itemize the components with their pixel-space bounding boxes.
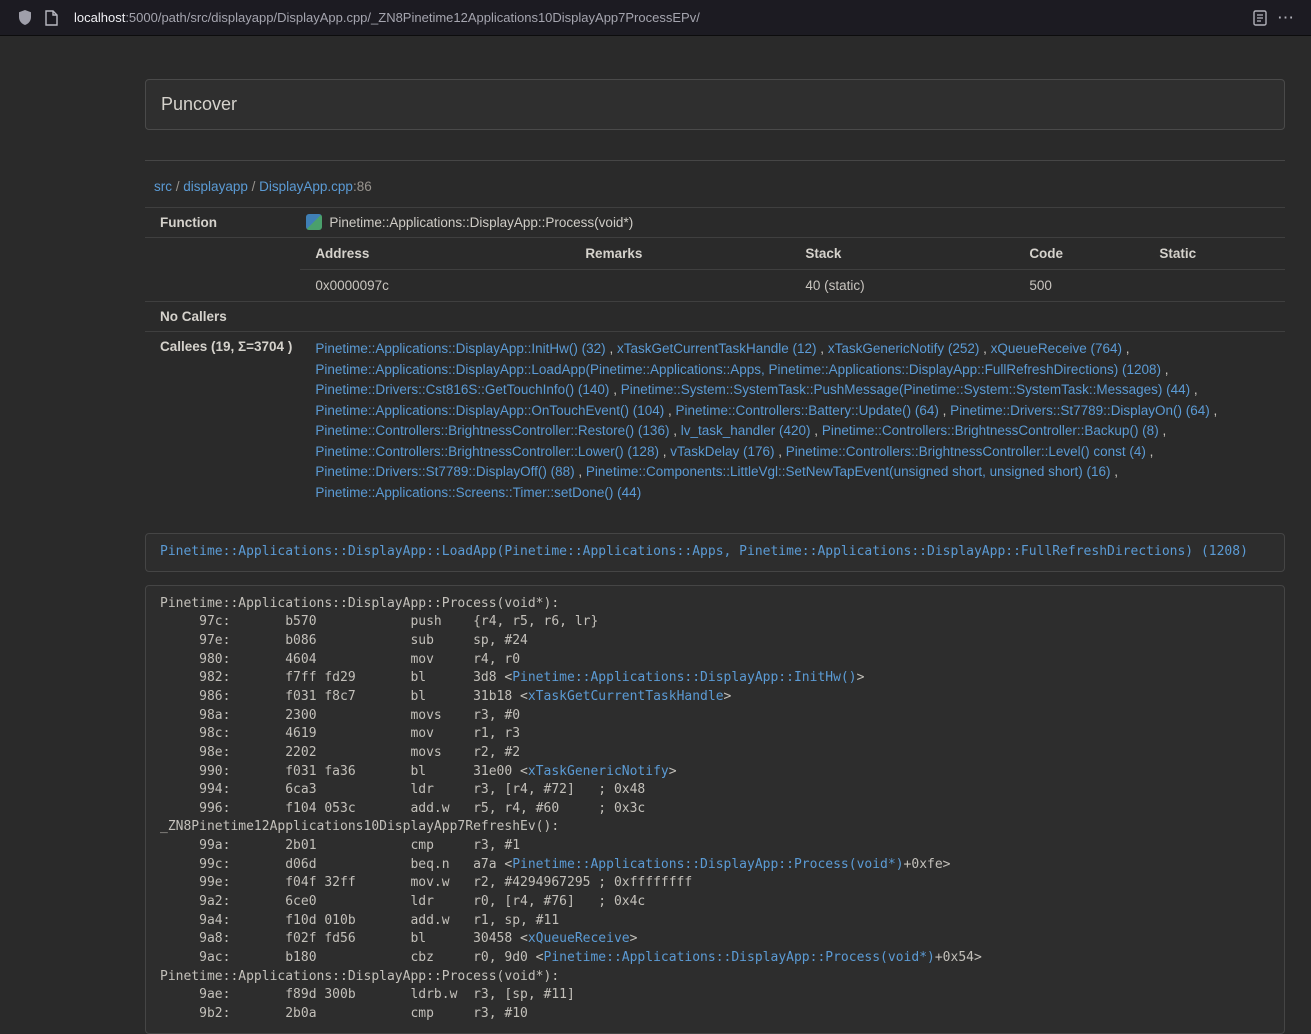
breadcrumb-file-link[interactable]: DisplayApp.cpp xyxy=(259,179,353,194)
callee-link[interactable]: Pinetime::Controllers::Battery::Update()… xyxy=(676,403,939,418)
tracking-protection-shield-icon[interactable] xyxy=(12,5,38,31)
code-symbol-link[interactable]: Pinetime::Applications::DisplayApp::Init… xyxy=(512,670,856,685)
reader-mode-icon[interactable] xyxy=(1247,5,1273,31)
page-info-icon[interactable] xyxy=(38,5,64,31)
callee-link[interactable]: Pinetime::Controllers::BrightnessControl… xyxy=(315,423,669,438)
callee-link[interactable]: Pinetime::Applications::DisplayApp::Init… xyxy=(315,341,605,356)
col-header-code: Code xyxy=(1014,238,1144,270)
divider xyxy=(145,160,1285,161)
callee-link[interactable]: xTaskGetCurrentTaskHandle (12) xyxy=(617,341,817,356)
page-actions-menu-button[interactable]: ⋯ xyxy=(1273,5,1299,31)
code-symbol-link[interactable]: xTaskGetCurrentTaskHandle xyxy=(528,689,724,704)
stats-table: Address Remarks Stack Code Static 0x0000… xyxy=(300,238,1285,301)
code-symbol-link[interactable]: xQueueReceive xyxy=(528,931,630,946)
breadcrumb: src / displayapp / DisplayApp.cpp:86 xyxy=(145,179,1285,207)
callee-link[interactable]: Pinetime::System::SystemTask::PushMessag… xyxy=(621,382,1190,397)
no-callers-row: No Callers xyxy=(145,302,1285,332)
url-domain: localhost xyxy=(74,10,125,25)
callee-link[interactable]: Pinetime::Controllers::BrightnessControl… xyxy=(315,444,659,459)
highlighted-callee-box: Pinetime::Applications::DisplayApp::Load… xyxy=(145,533,1285,572)
function-table: Function Pinetime::Applications::Display… xyxy=(145,207,1285,510)
callee-link[interactable]: Pinetime::Applications::Screens::Timer::… xyxy=(315,485,641,500)
callee-link[interactable]: Pinetime::Controllers::BrightnessControl… xyxy=(786,444,1146,459)
function-row: Function Pinetime::Applications::Display… xyxy=(145,208,1285,238)
breadcrumb-dir-link[interactable]: displayapp xyxy=(183,179,248,194)
code-symbol-link[interactable]: Pinetime::Applications::DisplayApp::Proc… xyxy=(512,857,903,872)
breadcrumb-separator: / xyxy=(252,179,256,194)
no-callers-label: No Callers xyxy=(145,302,300,332)
col-header-stack: Stack xyxy=(790,238,1014,270)
callee-link[interactable]: vTaskDelay (176) xyxy=(670,444,774,459)
callee-link[interactable]: Pinetime::Components::LittleVgl::SetNewT… xyxy=(586,464,1111,479)
callees-row: Callees (19, Σ=3704 ) Pinetime::Applicat… xyxy=(145,332,1285,511)
callee-link[interactable]: lv_task_handler (420) xyxy=(681,423,811,438)
address-value: 0x0000097c xyxy=(300,270,570,302)
callee-link[interactable]: Pinetime::Drivers::St7789::DisplayOff() … xyxy=(315,464,574,479)
callee-link[interactable]: xQueueReceive (764) xyxy=(991,341,1122,356)
callee-link[interactable]: Pinetime::Drivers::St7789::DisplayOn() (… xyxy=(950,403,1210,418)
remarks-value xyxy=(570,270,790,302)
callee-link[interactable]: Pinetime::Applications::DisplayApp::Load… xyxy=(315,362,1161,377)
callee-link[interactable]: Pinetime::Drivers::Cst816S::GetTouchInfo… xyxy=(315,382,609,397)
stats-subtable-cell: Address Remarks Stack Code Static 0x0000… xyxy=(300,238,1285,302)
url-bar[interactable]: localhost:5000/path/src/displayapp/Displ… xyxy=(74,10,1237,25)
function-name: Pinetime::Applications::DisplayApp::Proc… xyxy=(329,215,633,230)
stack-value: 40 (static) xyxy=(790,270,1014,302)
browser-toolbar: localhost:5000/path/src/displayapp/Displ… xyxy=(0,0,1311,36)
callee-link[interactable]: xTaskGenericNotify (252) xyxy=(828,341,980,356)
disassembly-code: Pinetime::Applications::DisplayApp::Proc… xyxy=(145,585,1285,1034)
breadcrumb-separator: / xyxy=(176,179,180,194)
col-header-static: Static xyxy=(1144,238,1285,270)
function-label: Function xyxy=(145,208,300,238)
code-size-value: 500 xyxy=(1014,270,1144,302)
app-header-panel: Puncover xyxy=(145,79,1285,130)
breadcrumb-line-number: :86 xyxy=(353,179,372,194)
function-type-icon xyxy=(306,214,322,230)
no-callers-cell xyxy=(300,302,1285,332)
app-header: Puncover xyxy=(146,80,1284,129)
static-value xyxy=(1144,270,1285,302)
code-symbol-link[interactable]: Pinetime::Applications::DisplayApp::Proc… xyxy=(544,950,935,965)
code-symbol-link[interactable]: xTaskGenericNotify xyxy=(528,764,669,779)
content-container: Puncover src / displayapp / DisplayApp.c… xyxy=(145,79,1285,1034)
url-path: :5000/path/src/displayapp/DisplayApp.cpp… xyxy=(125,10,700,25)
stats-value-row: 0x0000097c 40 (static) 500 xyxy=(300,270,1285,302)
loadapp-link[interactable]: Pinetime::Applications::DisplayApp::Load… xyxy=(160,544,1248,559)
callee-link[interactable]: Pinetime::Applications::DisplayApp::OnTo… xyxy=(315,403,664,418)
function-symbol-cell: Pinetime::Applications::DisplayApp::Proc… xyxy=(300,208,1285,238)
page-title: Puncover xyxy=(161,94,237,114)
stats-row: Address Remarks Stack Code Static 0x0000… xyxy=(145,238,1285,302)
stats-header-row: Address Remarks Stack Code Static xyxy=(300,238,1285,270)
stats-row-label xyxy=(145,238,300,302)
callees-label: Callees (19, Σ=3704 ) xyxy=(145,332,300,511)
callee-link[interactable]: Pinetime::Controllers::BrightnessControl… xyxy=(822,423,1159,438)
breadcrumb-src-link[interactable]: src xyxy=(154,179,172,194)
callees-list: Pinetime::Applications::DisplayApp::Init… xyxy=(300,332,1285,511)
col-header-address: Address xyxy=(300,238,570,270)
col-header-remarks: Remarks xyxy=(570,238,790,270)
